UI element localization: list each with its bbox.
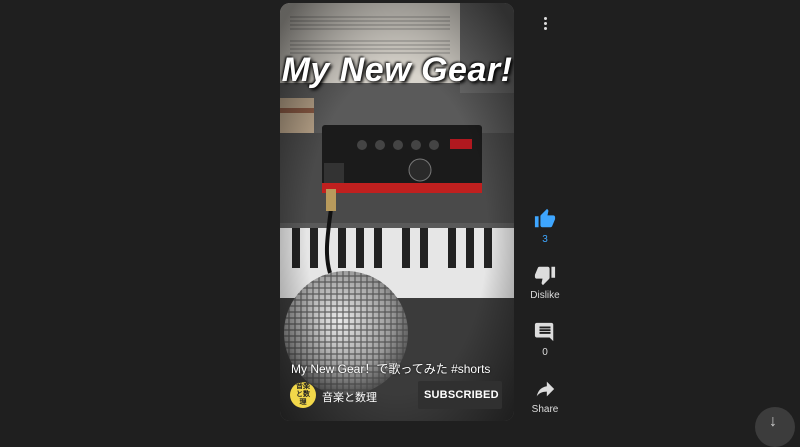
share-button[interactable]: Share [524, 378, 566, 415]
comments-button[interactable]: 0 [524, 321, 566, 358]
subscribe-button[interactable]: SUBSCRIBED [418, 381, 502, 409]
channel-row: 音楽と数理 音楽と数理 SUBSCRIBED [290, 381, 502, 409]
share-label: Share [531, 404, 559, 415]
share-icon [536, 381, 555, 397]
short-video-player[interactable]: My New Gear! My New Gear！で歌ってみた #shorts … [280, 3, 514, 421]
dislike-button[interactable]: Dislike [524, 264, 566, 301]
more-dot [543, 21, 547, 25]
thumb-up-icon [534, 208, 556, 228]
like-button[interactable]: 3 [524, 208, 566, 245]
arrow-down-icon: ↓ [769, 413, 777, 430]
comment-count: 0 [542, 347, 548, 358]
more-dot [543, 16, 547, 20]
video-overlay-title: My New Gear! [281, 51, 513, 89]
avatar-text: 音楽と数理 [296, 383, 310, 406]
dislike-label: Dislike [530, 290, 560, 301]
video-caption[interactable]: My New Gear！で歌ってみた #shorts [291, 360, 490, 377]
channel-avatar[interactable]: 音楽と数理 [290, 382, 316, 408]
channel-name[interactable]: 音楽と数理 [322, 389, 377, 405]
more-options-icon[interactable] [536, 14, 554, 32]
more-dot [543, 26, 547, 30]
like-count: 3 [542, 234, 548, 245]
comment-icon [534, 322, 554, 342]
next-video-button[interactable]: ↓ [755, 407, 795, 447]
thumb-down-icon [534, 266, 556, 286]
